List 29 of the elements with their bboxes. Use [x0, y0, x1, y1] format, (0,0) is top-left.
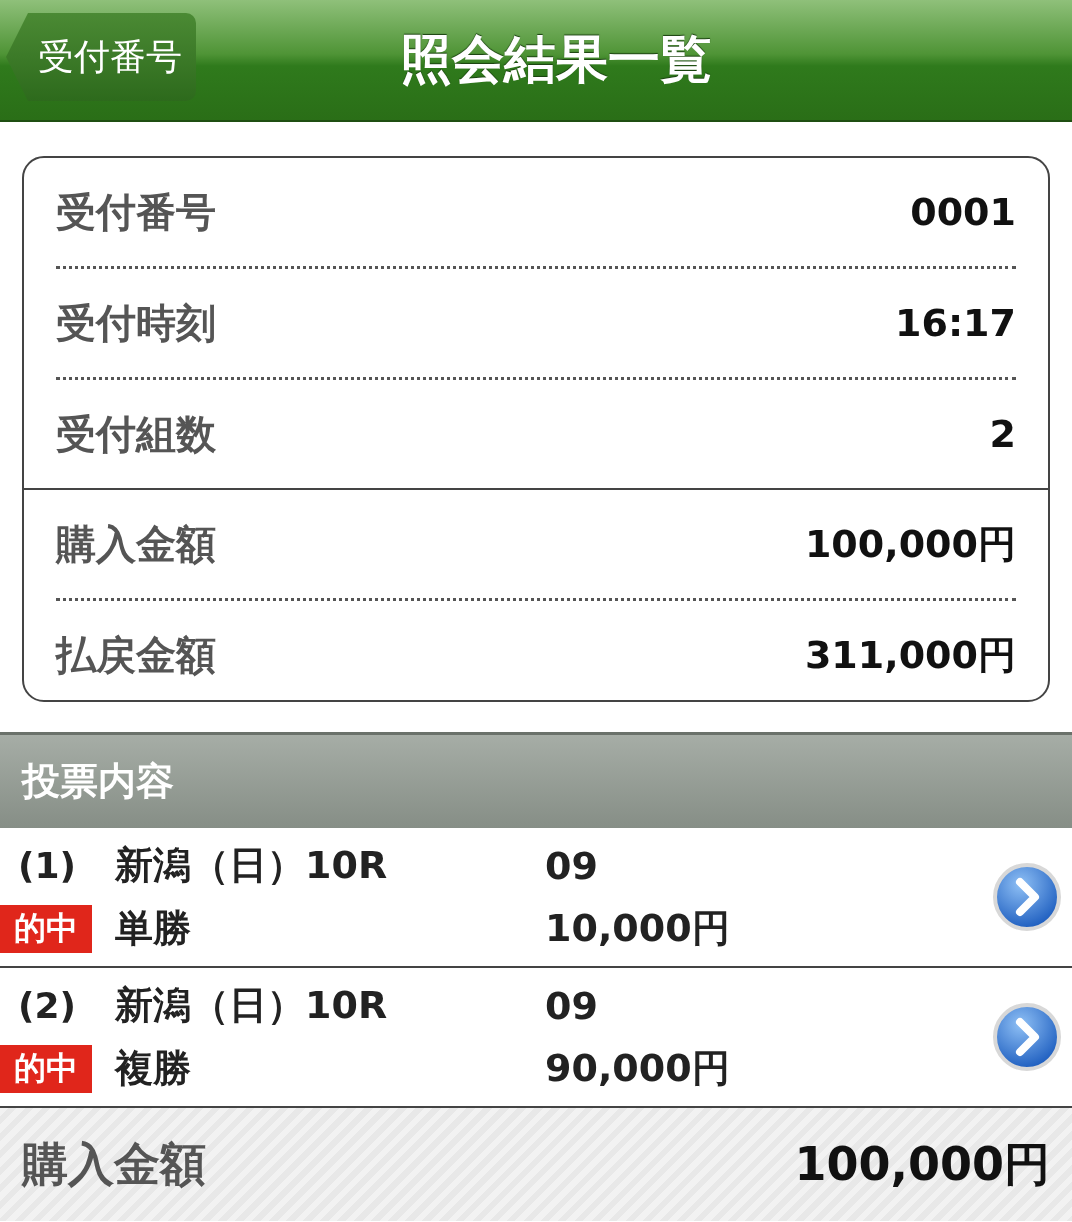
- field-value: 311,000円: [804, 631, 1016, 679]
- total-label: 購入金額: [22, 1135, 206, 1193]
- bet-index: (2): [17, 985, 77, 1026]
- total-value: 100,000円: [794, 1135, 1050, 1193]
- horse-number: 09: [545, 843, 599, 888]
- field-value: 100,000円: [804, 520, 1016, 568]
- field-value: 2: [989, 412, 1016, 456]
- bet-amount: 10,000円: [545, 905, 731, 952]
- chevron-right-icon[interactable]: [992, 862, 1062, 932]
- field-label: 受付組数: [56, 409, 216, 459]
- race-name: 新潟（日）10R: [115, 982, 389, 1029]
- field-label: 受付番号: [56, 187, 216, 237]
- horse-number: 09: [545, 983, 599, 1028]
- bet-type: 単勝: [115, 905, 192, 952]
- chevron-right-icon[interactable]: [992, 1002, 1062, 1072]
- field-label: 払戻金額: [56, 630, 216, 680]
- field-value: 0001: [910, 190, 1016, 234]
- hit-badge: 的中: [0, 1044, 92, 1093]
- race-name: 新潟（日）10R: [115, 842, 389, 889]
- field-label: 受付時刻: [56, 298, 216, 348]
- page-title: 照会結果一覧: [399, 28, 712, 91]
- bet-amount: 90,000円: [545, 1045, 731, 1092]
- bet-type: 複勝: [115, 1045, 192, 1092]
- field-label: 購入金額: [56, 519, 216, 569]
- back-button[interactable]: 受付番号: [6, 13, 196, 101]
- section-header: 投票内容: [0, 732, 1072, 828]
- bet-index: (1): [17, 845, 77, 886]
- field-value: 16:17: [895, 301, 1016, 345]
- hit-badge: 的中: [0, 904, 92, 953]
